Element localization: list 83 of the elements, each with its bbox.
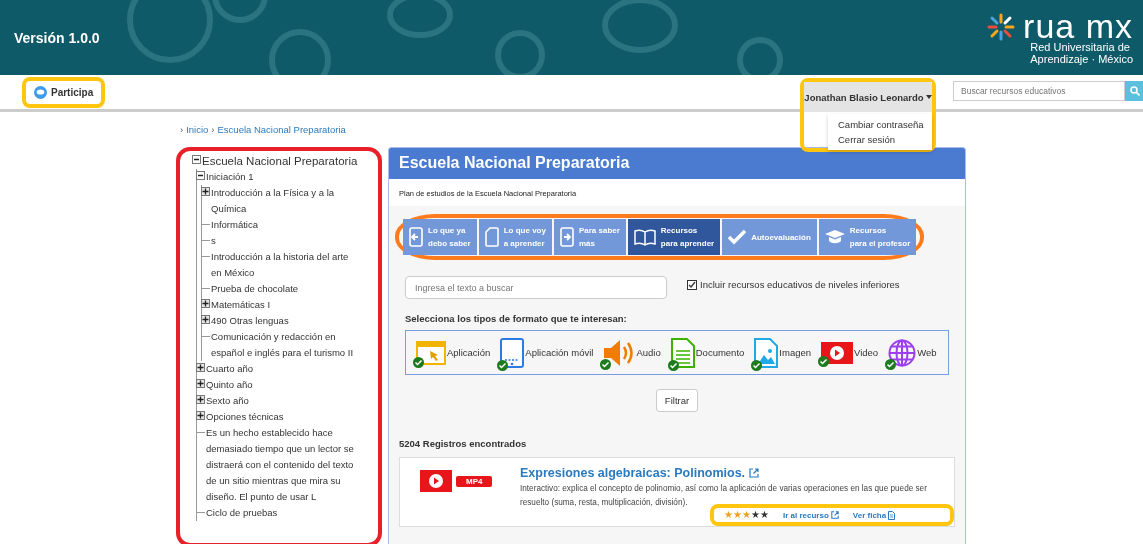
globe-icon xyxy=(888,338,917,367)
tab[interactable]: Recursos para aprender xyxy=(627,219,721,255)
search-field[interactable]: Buscar recursos educativos xyxy=(953,81,1125,101)
format-badge: MP4 xyxy=(456,475,493,487)
tree-item[interactable]: Matemáticas I xyxy=(211,297,271,313)
format-option[interactable]: Web xyxy=(888,338,937,367)
collapse-icon[interactable] xyxy=(196,171,205,180)
external-link-icon xyxy=(830,511,839,519)
version-label: Versión 1.0.0 xyxy=(14,29,100,46)
tree-item[interactable]: Informática xyxy=(211,217,258,233)
breadcrumb-link[interactable]: Inicio xyxy=(186,124,209,135)
play-icon xyxy=(420,470,452,492)
format-option[interactable]: Aplicación xyxy=(416,340,491,365)
tree-item[interactable]: Es un hecho establecido hace demasiado tiempo que un lector se distraerá con el contenido del texto de un sitio mientras que mira su diseño. El punto de usar L xyxy=(206,425,356,505)
play-icon xyxy=(821,341,854,364)
tree-item[interactable]: Opciones técnicas xyxy=(206,409,284,425)
tablet-icon xyxy=(500,337,525,368)
graduation-cap-icon xyxy=(824,229,845,245)
app-window-icon xyxy=(416,340,446,365)
format-option[interactable]: Video xyxy=(821,341,879,364)
panel-title: Escuela Nacional Preparatoria xyxy=(389,148,965,179)
tree-item[interactable]: Cuarto año xyxy=(206,361,253,377)
chat-bubble-icon xyxy=(34,85,47,99)
result-title-link[interactable]: Expresiones algebraicas: Polinomios. xyxy=(520,466,954,480)
results-count: 5204 Registros encontrados xyxy=(398,437,528,451)
page-forward-icon xyxy=(559,227,574,247)
document-icon xyxy=(670,337,695,368)
filter-button[interactable]: Filtrar xyxy=(655,389,699,412)
expand-icon[interactable] xyxy=(196,379,205,388)
expand-icon[interactable] xyxy=(201,315,210,324)
collapse-icon[interactable] xyxy=(192,155,201,164)
format-option[interactable]: Audio xyxy=(603,338,661,367)
star-icon: ★ xyxy=(724,510,733,520)
user-menu-button[interactable]: Jonathan Blasio Leonardo xyxy=(804,82,932,112)
logo-subtitle: Red Universitaria de Aprendizaje · México xyxy=(1030,40,1133,65)
expand-icon[interactable] xyxy=(201,299,210,308)
breadcrumb-link[interactable]: Escuela Nacional Preparatoria xyxy=(217,124,346,135)
tree-item[interactable]: Sexto año xyxy=(206,393,249,409)
participa-button[interactable]: Participa xyxy=(34,85,94,99)
go-to-resource-link[interactable]: Ir al recurso xyxy=(783,510,839,520)
star-icon: ★ xyxy=(742,510,751,520)
tree-item[interactable]: Escuela Nacional Preparatoria xyxy=(202,153,358,169)
menu-item[interactable]: Cambiar contraseña xyxy=(828,117,932,132)
checkbox[interactable] xyxy=(687,279,697,290)
menu-item[interactable]: Cerrar sesión xyxy=(828,132,932,147)
expand-icon[interactable] xyxy=(196,363,205,372)
checkbox-label: Incluir recursos educativos de niveles inferiores xyxy=(700,279,900,290)
caret-icon xyxy=(925,95,932,99)
tree-item[interactable]: Introducción a la Física y a la Química xyxy=(211,185,356,217)
format-option[interactable]: Aplicación móvil xyxy=(500,337,594,368)
expand-icon[interactable] xyxy=(196,411,205,420)
formats-heading: Selecciona los tipos de formato que te interesan: xyxy=(404,312,628,326)
tree-item[interactable]: Prueba de chocolate xyxy=(211,281,299,297)
tree-item[interactable]: Introducción a la historia del arte en México xyxy=(211,249,356,281)
tree-item[interactable]: s xyxy=(211,233,216,249)
document-icon xyxy=(888,510,896,520)
image-file-icon xyxy=(754,337,779,368)
star-icon: ★ xyxy=(760,510,769,520)
external-link-icon xyxy=(749,468,760,478)
tree-item[interactable]: Ciclo de pruebas xyxy=(206,505,278,521)
text-search-field[interactable]: Ingresa el texto a buscar xyxy=(405,276,667,299)
star-icon: ★ xyxy=(751,510,760,520)
speaker-icon xyxy=(603,338,636,367)
result-description: Interactivo: explica el concepto de polinomio, así como la aplicación de varias operaciones en las que puede ser resuelto (suma, resta, multiplicación, división). xyxy=(520,483,928,509)
breadcrumb-separator: › xyxy=(180,124,184,135)
expand-icon[interactable] xyxy=(196,395,205,404)
tree-item[interactable]: 490 Otras lenguas xyxy=(211,313,289,329)
format-option[interactable]: Documento xyxy=(670,337,745,368)
logo-wordmark: rua mx xyxy=(1023,10,1133,41)
view-sheet-link[interactable]: Ver ficha xyxy=(852,510,896,520)
check-icon xyxy=(728,229,747,245)
breadcrumb-separator: › xyxy=(211,124,215,135)
tree-item[interactable]: Iniciación 1 xyxy=(206,169,254,185)
page-back-icon xyxy=(409,227,423,247)
expand-icon[interactable] xyxy=(201,187,210,196)
tree-item[interactable]: Quinto año xyxy=(206,377,253,393)
star-icon: ★ xyxy=(733,510,742,520)
tree-item[interactable]: Comunicación y redacción en español e inglés para el turismo II xyxy=(211,329,356,361)
checkmark-icon xyxy=(688,280,696,289)
format-option[interactable]: Imagen xyxy=(754,337,812,368)
book-icon xyxy=(633,228,656,246)
page-icon xyxy=(484,227,499,247)
search-icon xyxy=(1130,86,1140,96)
